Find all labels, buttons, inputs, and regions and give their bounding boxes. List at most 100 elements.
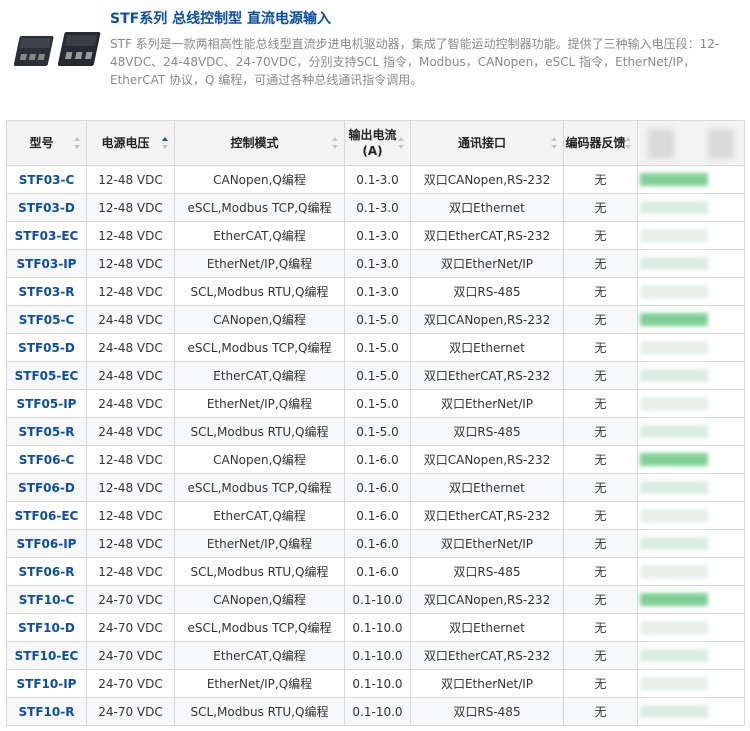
obscured-cell: [637, 361, 745, 390]
obscured-cell: [637, 249, 745, 278]
encoder-cell: 无: [563, 417, 638, 446]
control-mode-cell: SCL,Modbus RTU,Q编程: [174, 277, 345, 306]
column-header-encoder[interactable]: 编码器反馈: [563, 120, 638, 166]
column-header-model[interactable]: 型号: [6, 120, 87, 166]
obscured-content: [648, 129, 674, 159]
model-cell[interactable]: STF03-D: [6, 193, 87, 222]
obscured-content: [640, 593, 708, 606]
obscured-content: [640, 173, 708, 186]
voltage-cell: 12-48 VDC: [86, 473, 175, 502]
voltage-cell: 12-48 VDC: [86, 277, 175, 306]
model-cell[interactable]: STF05-EC: [6, 361, 87, 390]
obscured-content: [640, 649, 708, 662]
column-header-interface[interactable]: 通讯接口: [410, 120, 564, 166]
model-cell[interactable]: STF05-C: [6, 305, 87, 334]
current-cell: 0.1-6.0: [344, 501, 411, 530]
model-cell[interactable]: STF05-IP: [6, 389, 87, 418]
obscured-content: [640, 341, 708, 354]
control-mode-cell: CANopen,Q编程: [174, 585, 345, 614]
table-row: STF06-R 12-48 VDC SCL,Modbus RTU,Q编程 0.1-6.…: [6, 557, 745, 586]
model-cell[interactable]: STF03-EC: [6, 221, 87, 250]
column-header-obscured: [637, 120, 745, 166]
table-row: STF05-D 24-48 VDC eSCL,Modbus TCP,Q编程 0.1-5…: [6, 333, 745, 362]
voltage-cell: 24-48 VDC: [86, 389, 175, 418]
column-header-control-mode[interactable]: 控制模式: [174, 120, 345, 166]
column-header-voltage[interactable]: 电源电压: [86, 120, 175, 166]
interface-cell: 双口EtherNet/IP: [410, 529, 564, 558]
control-mode-cell: EtherNet/IP,Q编程: [174, 249, 345, 278]
column-header-output-current[interactable]: 输出电流(A): [344, 120, 411, 166]
obscured-cell: [637, 193, 745, 222]
interface-cell: 双口RS-485: [410, 557, 564, 586]
voltage-cell: 24-48 VDC: [86, 305, 175, 334]
table-row: STF05-IP 24-48 VDC EtherNet/IP,Q编程 0.1-5.0 双…: [6, 389, 745, 418]
control-mode-cell: EtherCAT,Q编程: [174, 221, 345, 250]
model-cell[interactable]: STF06-D: [6, 473, 87, 502]
voltage-cell: 24-48 VDC: [86, 417, 175, 446]
model-cell[interactable]: STF10-IP: [6, 669, 87, 698]
encoder-cell: 无: [563, 613, 638, 642]
model-cell[interactable]: STF05-D: [6, 333, 87, 362]
interface-cell: 双口EtherNet/IP: [410, 249, 564, 278]
model-cell[interactable]: STF06-IP: [6, 529, 87, 558]
model-cell[interactable]: STF06-EC: [6, 501, 87, 530]
current-cell: 0.1-5.0: [344, 417, 411, 446]
obscured-content: [640, 481, 708, 494]
interface-cell: 双口RS-485: [410, 697, 564, 726]
table-row: STF06-C 12-48 VDC CANopen,Q编程 0.1-6.0 双口CANo…: [6, 445, 745, 474]
table-row: STF06-D 12-48 VDC eSCL,Modbus TCP,Q编程 0.1-6…: [6, 473, 745, 502]
model-cell[interactable]: STF06-C: [6, 445, 87, 474]
current-cell: 0.1-3.0: [344, 249, 411, 278]
product-header: STF系列 总线控制型 直流电源输入 STF 系列是一款两相高性能总线型直流步进…: [0, 0, 750, 100]
model-cell[interactable]: STF10-R: [6, 697, 87, 726]
interface-cell: 双口CANopen,RS-232: [410, 445, 564, 474]
current-cell: 0.1-10.0: [344, 697, 411, 726]
obscured-cell: [637, 165, 745, 194]
interface-cell: 双口Ethernet: [410, 613, 564, 642]
table-body: STF03-C 12-48 VDC CANopen,Q编程 0.1-3.0 双口CANo…: [6, 165, 745, 726]
obscured-cell: [637, 613, 745, 642]
control-mode-cell: EtherNet/IP,Q编程: [174, 529, 345, 558]
interface-cell: 双口CANopen,RS-232: [410, 165, 564, 194]
voltage-cell: 12-48 VDC: [86, 193, 175, 222]
obscured-content: [640, 201, 708, 214]
sort-icon: [162, 137, 169, 149]
obscured-cell: [637, 529, 745, 558]
voltage-cell: 24-48 VDC: [86, 333, 175, 362]
table-row: STF03-R 12-48 VDC SCL,Modbus RTU,Q编程 0.1-3.…: [6, 277, 745, 306]
obscured-cell: [637, 445, 745, 474]
control-mode-cell: SCL,Modbus RTU,Q编程: [174, 417, 345, 446]
model-cell[interactable]: STF05-R: [6, 417, 87, 446]
model-cell[interactable]: STF03-C: [6, 165, 87, 194]
obscured-cell: [637, 333, 745, 362]
table-row: STF03-IP 12-48 VDC EtherNet/IP,Q编程 0.1-3.0 双…: [6, 249, 745, 278]
voltage-cell: 12-48 VDC: [86, 445, 175, 474]
control-mode-cell: CANopen,Q编程: [174, 305, 345, 334]
control-mode-cell: eSCL,Modbus TCP,Q编程: [174, 333, 345, 362]
obscured-content: [640, 677, 708, 690]
encoder-cell: 无: [563, 557, 638, 586]
model-cell[interactable]: STF10-EC: [6, 641, 87, 670]
model-cell[interactable]: STF10-D: [6, 613, 87, 642]
voltage-cell: 24-48 VDC: [86, 361, 175, 390]
model-cell[interactable]: STF10-C: [6, 585, 87, 614]
control-mode-cell: EtherCAT,Q编程: [174, 361, 345, 390]
sort-icon: [398, 137, 405, 149]
encoder-cell: 无: [563, 193, 638, 222]
table-row: STF06-EC 12-48 VDC EtherCAT,Q编程 0.1-6.0 双口Et…: [6, 501, 745, 530]
current-cell: 0.1-6.0: [344, 473, 411, 502]
interface-cell: 双口Ethernet: [410, 333, 564, 362]
model-cell[interactable]: STF03-R: [6, 277, 87, 306]
control-mode-cell: CANopen,Q编程: [174, 165, 345, 194]
control-mode-cell: EtherCAT,Q编程: [174, 501, 345, 530]
obscured-cell: [637, 389, 745, 418]
obscured-cell: [637, 557, 745, 586]
model-cell[interactable]: STF03-IP: [6, 249, 87, 278]
page-title: STF系列 总线控制型 直流电源输入: [110, 11, 331, 27]
voltage-cell: 24-70 VDC: [86, 613, 175, 642]
interface-cell: 双口EtherNet/IP: [410, 669, 564, 698]
current-cell: 0.1-10.0: [344, 669, 411, 698]
current-cell: 0.1-5.0: [344, 305, 411, 334]
voltage-cell: 24-70 VDC: [86, 585, 175, 614]
model-cell[interactable]: STF06-R: [6, 557, 87, 586]
